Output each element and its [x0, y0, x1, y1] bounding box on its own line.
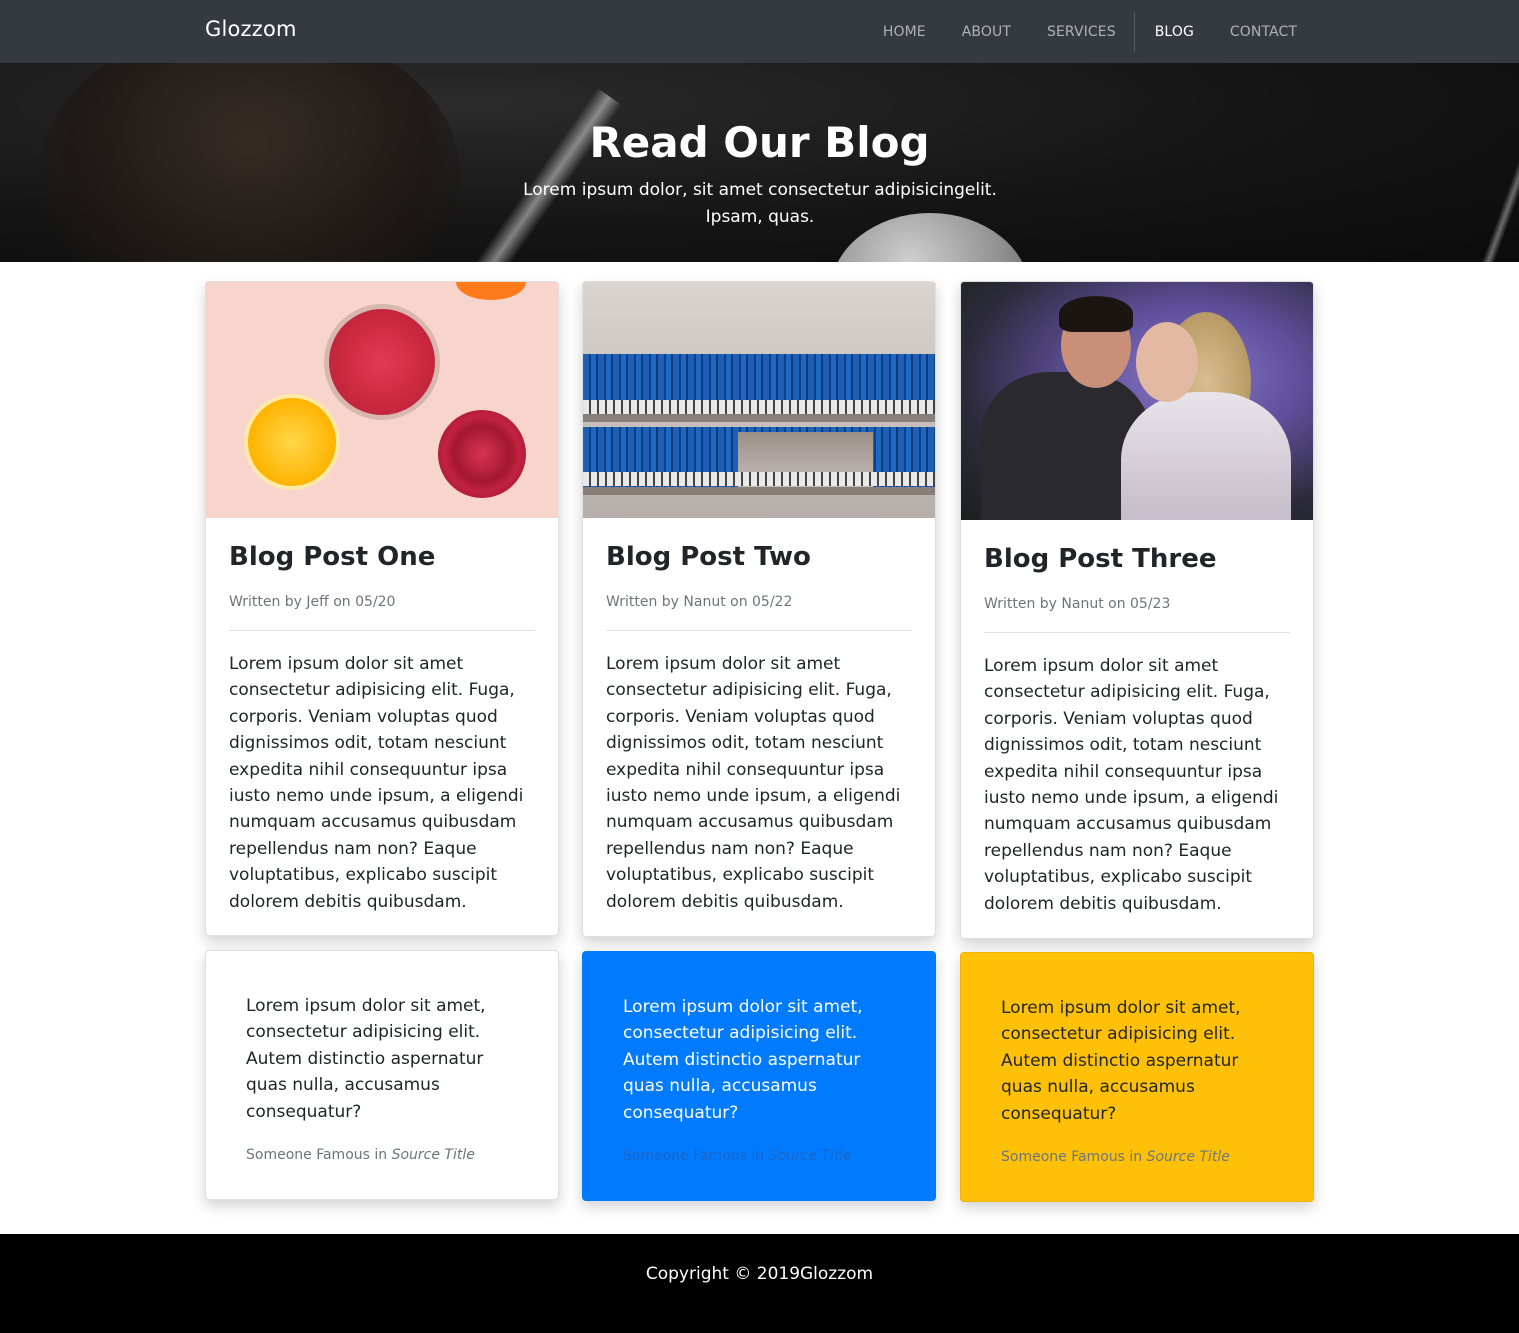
quote-text: Lorem ipsum dolor sit amet, consectetur … [1001, 998, 1241, 1124]
card-body: Blog Post Three Written by Nanut on 05/2… [961, 520, 1313, 917]
card-meta: Written by Nanut on 05/23 [984, 596, 1171, 612]
navbar: Glozzom HOME ABOUT SERVICES BLOG CONTACT [0, 0, 1519, 63]
page-footer: Copyright © 2019Glozzom [0, 1234, 1519, 1333]
quote-footer: Someone Famous in Source Title [246, 1147, 518, 1163]
quote-text: Lorem ipsum dolor sit amet, consectetur … [623, 997, 863, 1123]
card-meta: Written by Nanut on 05/22 [606, 594, 793, 610]
nav-links: HOME ABOUT SERVICES BLOG CONTACT [847, 0, 1297, 63]
nav-link-about[interactable]: ABOUT [962, 24, 1011, 40]
card-title: Blog Post Two [606, 542, 811, 572]
quote-author: Someone Famous in [246, 1147, 388, 1164]
hero-subtitle: Lorem ipsum dolor, sit amet consectetur … [523, 180, 997, 227]
hero-banner: Read Our Blog Lorem ipsum dolor, sit ame… [0, 63, 1519, 262]
quote-card: Lorem ipsum dolor sit amet, consectetur … [582, 951, 936, 1201]
blog-card: Blog Post Three Written by Nanut on 05/2… [960, 281, 1314, 939]
card-title: Blog Post One [229, 542, 436, 572]
nav-link-blog[interactable]: BLOG [1155, 24, 1194, 40]
nav-link-contact[interactable]: CONTACT [1230, 24, 1297, 40]
fruits-photo [206, 282, 558, 518]
library-photo [583, 282, 935, 518]
couple-photo [961, 282, 1313, 520]
hero-title: Read Our Blog [589, 118, 930, 167]
nav-link-services[interactable]: SERVICES [1047, 24, 1116, 40]
blog-card: Blog Post One Written by Jeff on 05/20 L… [205, 281, 559, 936]
quote-source: Source Title [391, 1147, 475, 1164]
quote-card: Lorem ipsum dolor sit amet, consectetur … [205, 950, 559, 1200]
card-body: Blog Post One Written by Jeff on 05/20 L… [206, 518, 558, 915]
quote-source: Source Title [1146, 1149, 1230, 1166]
quote-author: Someone Famous in [623, 1148, 765, 1165]
card-text: Lorem ipsum dolor sit amet consectetur a… [984, 656, 1279, 914]
nav-link-home[interactable]: HOME [883, 24, 926, 40]
divider [984, 632, 1290, 633]
copyright-text: Copyright © 2019Glozzom [645, 1264, 874, 1284]
quote-author: Someone Famous in [1001, 1149, 1143, 1166]
card-title: Blog Post Three [984, 544, 1217, 574]
brand-logo[interactable]: Glozzom [205, 17, 297, 41]
card-text: Lorem ipsum dolor sit amet consectetur a… [229, 654, 524, 912]
card-meta: Written by Jeff on 05/20 [229, 594, 396, 610]
card-text: Lorem ipsum dolor sit amet consectetur a… [606, 654, 901, 912]
divider [606, 630, 912, 631]
quote-card: Lorem ipsum dolor sit amet, consectetur … [960, 952, 1314, 1202]
quote-text: Lorem ipsum dolor sit amet, consectetur … [246, 996, 486, 1122]
divider [229, 630, 535, 631]
quote-footer: Someone Famous in Source Title [1001, 1149, 1273, 1165]
nav-divider [1133, 11, 1135, 52]
card-body: Blog Post Two Written by Nanut on 05/22 … [583, 518, 935, 915]
hero-light-streak [448, 87, 622, 262]
quote-source: Source Title [768, 1148, 852, 1165]
quote-footer: Someone Famous in Source Title [623, 1148, 895, 1164]
blog-card: Blog Post Two Written by Nanut on 05/22 … [582, 281, 936, 937]
